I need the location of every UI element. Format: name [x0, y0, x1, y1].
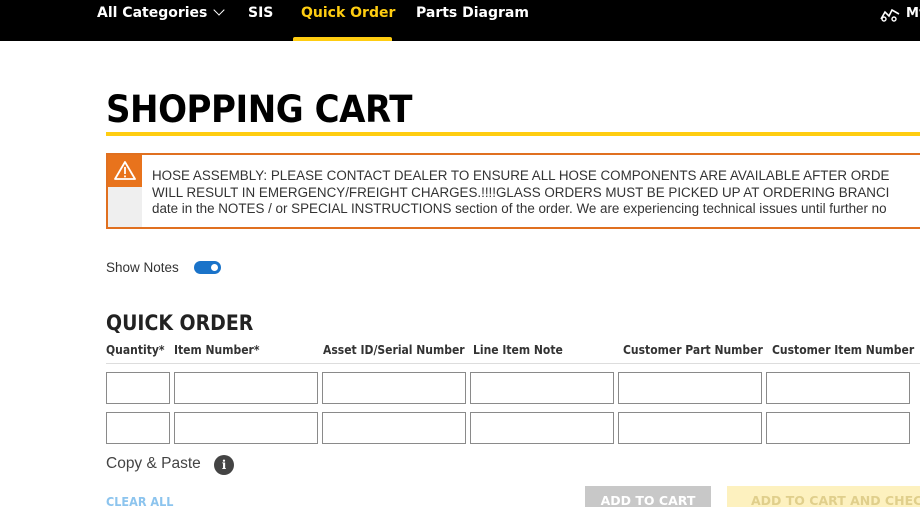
top-navigation: All Categories SIS Quick Order Parts Dia… — [0, 0, 920, 41]
customer-item-number-input[interactable] — [766, 412, 910, 444]
show-notes-toggle[interactable] — [194, 261, 221, 274]
column-header-item-number: Item Number* — [174, 343, 260, 357]
info-icon[interactable]: i — [214, 455, 234, 475]
page-title: SHOPPING CART — [106, 88, 413, 131]
customer-item-number-input[interactable] — [766, 372, 910, 404]
toggle-knob — [211, 264, 218, 271]
column-header-asset-id: Asset ID/Serial Number — [323, 343, 465, 357]
quick-order-title: QUICK ORDER — [106, 311, 254, 335]
alert-line: WILL RESULT IN EMERGENCY/FREIGHT CHARGES… — [152, 184, 890, 200]
nav-active-indicator — [293, 37, 392, 41]
show-notes-label: Show Notes — [106, 260, 179, 275]
item-number-input[interactable] — [174, 372, 318, 404]
add-to-cart-button[interactable]: ADD TO CART — [585, 486, 711, 507]
asset-id-input[interactable] — [322, 412, 466, 444]
header-divider — [106, 363, 920, 364]
quantity-input[interactable] — [106, 372, 170, 404]
customer-part-number-input[interactable] — [618, 372, 762, 404]
title-divider — [106, 132, 920, 136]
alert-line: HOSE ASSEMBLY: PLEASE CONTACT DEALER TO … — [152, 168, 890, 183]
warning-icon — [114, 161, 136, 180]
chevron-down-icon — [213, 4, 226, 16]
alert-banner: HOSE ASSEMBLY: PLEASE CONTACT DEALER TO … — [106, 153, 920, 229]
column-header-customer-part-number: Customer Part Number — [623, 343, 763, 357]
line-item-note-input[interactable] — [470, 372, 614, 404]
alert-message: HOSE ASSEMBLY: PLEASE CONTACT DEALER TO … — [152, 168, 920, 218]
asset-id-input[interactable] — [322, 372, 466, 404]
column-header-quantity: Quantity* — [106, 343, 165, 357]
alert-icon-box — [108, 155, 142, 187]
clear-all-link[interactable]: CLEAR ALL — [106, 494, 173, 507]
nav-quick-order[interactable]: Quick Order — [301, 0, 395, 41]
nav-all-categories[interactable]: All Categories — [97, 0, 226, 41]
my-account-link[interactable]: My — [906, 0, 920, 27]
line-item-note-input[interactable] — [470, 412, 614, 444]
column-header-customer-item-number: Customer Item Number — [772, 343, 915, 357]
alert-line: date in the NOTES / or SPECIAL INSTRUCTI… — [152, 201, 887, 216]
equipment-icon[interactable] — [880, 6, 900, 22]
nav-all-categories-label: All Categories — [97, 5, 208, 21]
nav-sis[interactable]: SIS — [248, 0, 273, 41]
add-to-cart-checkout-button[interactable]: ADD TO CART AND CHECKOUT — [727, 486, 920, 507]
copy-paste-link[interactable]: Copy & Paste — [106, 455, 201, 473]
quantity-input[interactable] — [106, 412, 170, 444]
customer-part-number-input[interactable] — [618, 412, 762, 444]
column-header-line-item-note: Line Item Note — [473, 343, 563, 357]
item-number-input[interactable] — [174, 412, 318, 444]
nav-parts-diagram[interactable]: Parts Diagram — [416, 0, 529, 41]
